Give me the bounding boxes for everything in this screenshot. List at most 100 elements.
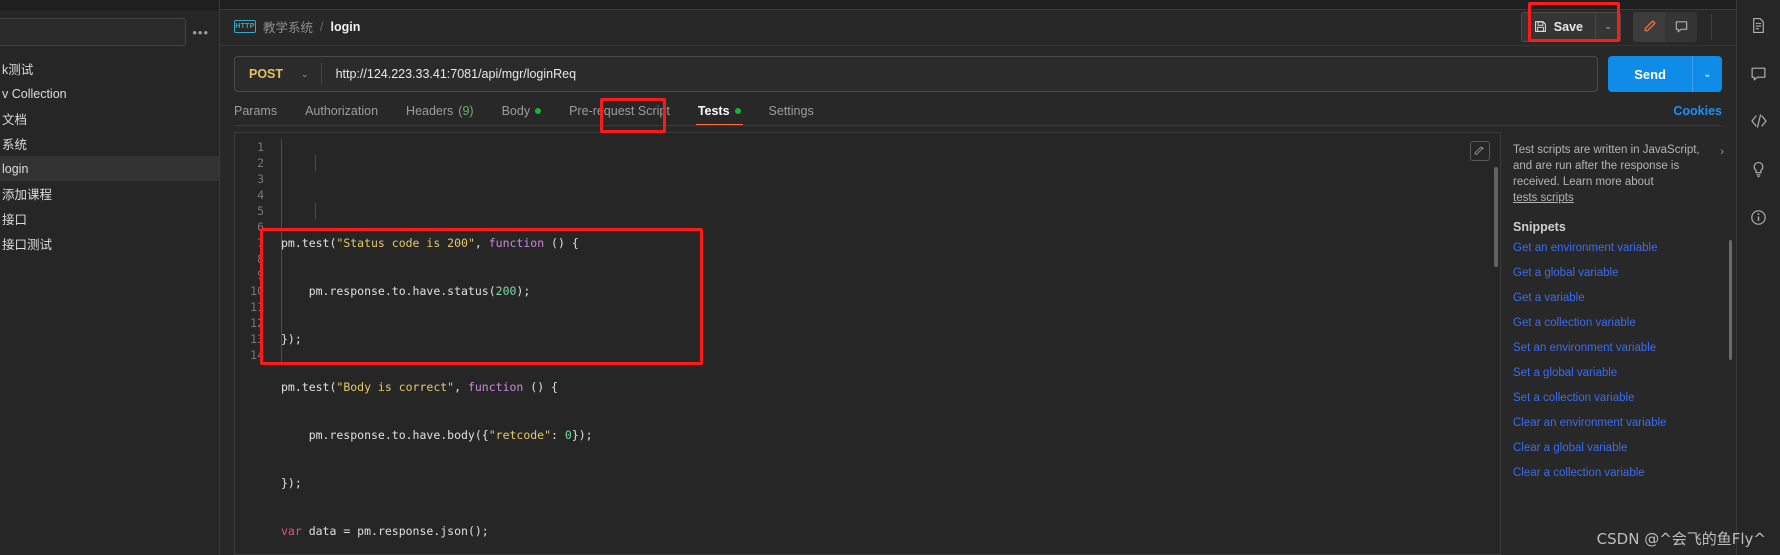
code-icon[interactable] [1746, 108, 1772, 134]
tab-pre-request-script[interactable]: Pre-request Script [555, 104, 684, 126]
code-line: pm.response.to.have.status(200); [281, 284, 531, 298]
tab-strip [220, 0, 1736, 10]
breadcrumb-collection[interactable]: 教学系统 [263, 17, 313, 36]
tab-label: Tests [697, 104, 730, 118]
snippet-clear-environment-variable[interactable]: Clear an environment variable [1513, 417, 1736, 429]
indent-guide [315, 155, 316, 171]
floppy-icon [1534, 21, 1546, 32]
line-number: 10 [250, 284, 264, 298]
sidebar-item-add-course[interactable]: ST 添加课程 [0, 181, 219, 206]
line-number: 4 [257, 188, 264, 202]
sidebar-item-new-collection[interactable]: v Collection [0, 81, 219, 106]
tab-body[interactable]: Body [488, 104, 556, 126]
sidebar-list: k测试 v Collection 文档 系统 ST login ST 添加课程 [0, 54, 219, 256]
body-modified-dot [535, 108, 542, 114]
sidebar-item-label: v Collection [2, 86, 67, 101]
chevron-right-icon[interactable]: › [1720, 146, 1724, 158]
search-input[interactable] [0, 18, 187, 46]
snippet-get-variable[interactable]: Get a variable [1513, 292, 1736, 304]
code-line: }); [281, 332, 302, 346]
line-number: 7 [257, 236, 264, 250]
send-dropdown-button[interactable]: ⌄ [1692, 56, 1722, 92]
sidebar-item-ktest[interactable]: k测试 [0, 56, 219, 81]
line-number: 14 [250, 348, 264, 362]
snippets-panel: › Test scripts are written in JavaScript… [1500, 132, 1736, 555]
cookies-link[interactable]: Cookies [1673, 104, 1722, 126]
save-button[interactable]: Save [1520, 11, 1595, 42]
send-group: Send ⌄ [1608, 56, 1722, 92]
tab-params[interactable]: Params [234, 104, 291, 126]
tab-label: Params [234, 104, 278, 118]
code-line: pm.test("Body is correct", function () { [281, 380, 558, 394]
tests-scripts-link[interactable]: tests scripts [1513, 190, 1708, 206]
sidebar-item-system[interactable]: 系统 [0, 131, 219, 156]
indent-guide [315, 203, 316, 219]
save-dropdown-button[interactable]: ⌄ [1595, 11, 1621, 42]
description-line-1: Test scripts are written in JavaScript, [1513, 144, 1700, 156]
right-rail [1736, 0, 1780, 555]
tab-headers[interactable]: Headers (9) [392, 104, 488, 126]
url-box: POST ⌄ http://124.223.33.41:7081/api/mgr… [234, 56, 1599, 92]
snippet-get-global-variable[interactable]: Get a global variable [1513, 267, 1736, 279]
sidebar-item-label: 系统 [2, 138, 28, 152]
method-label: POST [249, 67, 284, 81]
breadcrumb-separator: / [320, 19, 324, 34]
watermark: CSDN @^会飞的鱼Fly^ [1596, 530, 1766, 548]
snippet-clear-collection-variable[interactable]: Clear a collection variable [1513, 467, 1736, 479]
sidebar-more-icon[interactable]: ••• [192, 25, 213, 40]
snippet-set-global-variable[interactable]: Set a global variable [1513, 367, 1736, 379]
method-selector[interactable]: POST ⌄ [235, 67, 321, 81]
editor-snippets-split: 1 2 3 4 5 6 7 8 9 10 11 12 13 14 pm.test… [220, 126, 1736, 555]
comment-icon [1675, 21, 1687, 33]
tab-tests[interactable]: Tests [684, 104, 755, 126]
line-number: 6 [257, 220, 264, 234]
tab-label: Body [501, 104, 531, 118]
save-group: Save ⌄ [1520, 11, 1621, 42]
postman-window: ••• k测试 v Collection 文档 系统 ST login [0, 0, 1780, 555]
sidebar-item-docs[interactable]: 文档 [0, 106, 219, 131]
code-editor[interactable]: 1 2 3 4 5 6 7 8 9 10 11 12 13 14 pm.test… [234, 132, 1500, 555]
tab-label: Authorization [305, 104, 379, 118]
code-line: var data = pm.response.json(); [281, 524, 489, 538]
line-number: 11 [250, 300, 264, 314]
snippet-get-collection-variable[interactable]: Get a collection variable [1513, 317, 1736, 329]
sidebar-item-label: 接口 [2, 213, 28, 227]
line-number: 13 [250, 332, 264, 346]
sidebar-item-label: 添加课程 [2, 188, 53, 202]
document-icon[interactable] [1746, 12, 1772, 38]
lightbulb-icon[interactable] [1746, 156, 1772, 182]
sidebar-item-label: 接口测试 [2, 238, 53, 252]
main-panel: HTTP 教学系统 / login Save ⌄ POST ⌄ http://1… [220, 0, 1736, 555]
snippets-scrollbar[interactable] [1729, 240, 1732, 360]
line-number: 9 [257, 268, 264, 282]
snippet-get-environment-variable[interactable]: Get an environment variable [1513, 242, 1736, 254]
code-line: pm.response.to.have.body({"retcode": 0})… [281, 428, 593, 442]
comment-icon[interactable] [1746, 60, 1772, 86]
tabs-underline [234, 125, 1722, 126]
url-row: POST ⌄ http://124.223.33.41:7081/api/mgr… [220, 46, 1736, 92]
tab-authorization[interactable]: Authorization [291, 104, 392, 126]
snippet-set-collection-variable[interactable]: Set a collection variable [1513, 392, 1736, 404]
code-lines[interactable]: pm.test("Status code is 200", function (… [273, 139, 1500, 554]
request-tabs: Params Authorization Headers (9) Body Pr… [220, 92, 1736, 126]
sidebar-top-strip [0, 0, 219, 10]
tab-settings[interactable]: Settings [755, 104, 828, 126]
code-line: pm.test("Status code is 200", function (… [281, 236, 579, 250]
info-icon[interactable] [1746, 204, 1772, 230]
line-number: 12 [250, 316, 264, 330]
sidebar-item-label: k测试 [2, 63, 34, 77]
snippets-description: Test scripts are written in JavaScript, … [1513, 142, 1736, 206]
header-icon-pair [1633, 11, 1697, 42]
line-number: 8 [257, 252, 264, 266]
sidebar-item-login[interactable]: ST login [0, 156, 219, 181]
sidebar-item-interface-test[interactable]: 接口测试 [0, 231, 219, 256]
sidebar-item-interface[interactable]: 接口 [0, 206, 219, 231]
snippet-set-environment-variable[interactable]: Set an environment variable [1513, 342, 1736, 354]
snippet-clear-global-variable[interactable]: Clear a global variable [1513, 442, 1736, 454]
page-title: login [330, 19, 361, 34]
url-input[interactable]: http://124.223.33.41:7081/api/mgr/loginR… [322, 67, 576, 81]
send-button[interactable]: Send [1608, 56, 1692, 92]
edit-button[interactable] [1633, 11, 1665, 42]
comment-button[interactable] [1665, 11, 1697, 42]
line-number: 1 [257, 140, 264, 154]
